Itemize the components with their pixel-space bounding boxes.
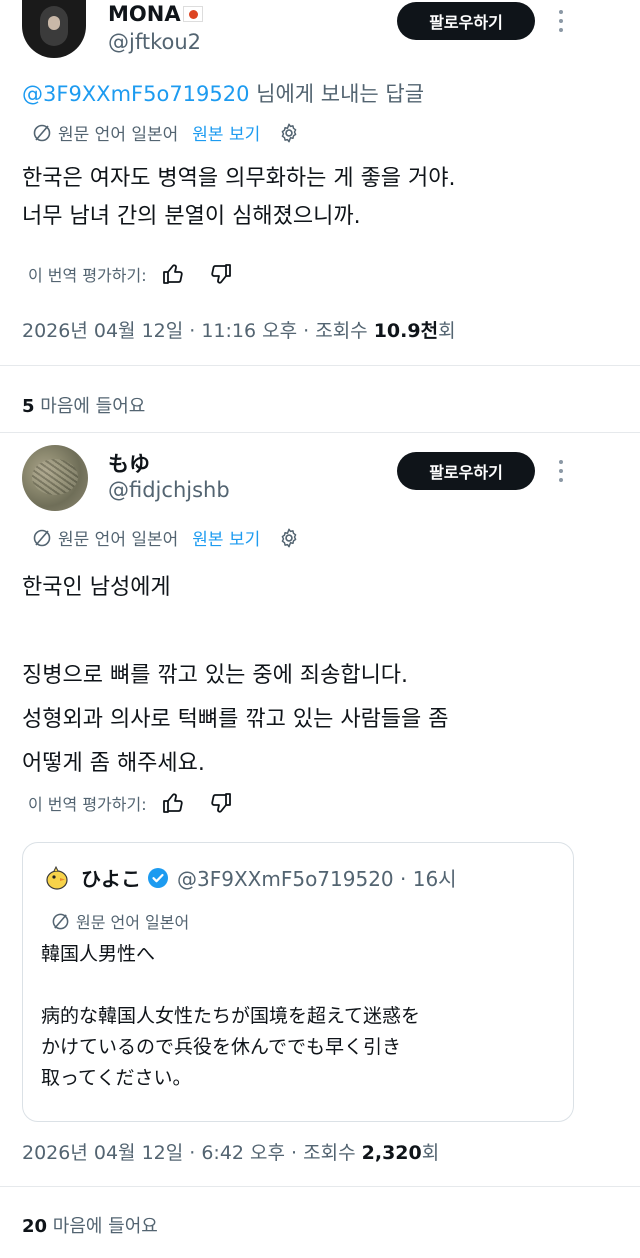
timestamp-views[interactable]: 2026년 04월 12일 · 11:16 오후 · 조회수 (22, 320, 374, 342)
likes-count: 20 (22, 1216, 48, 1237)
thumbs-down-icon[interactable] (209, 262, 233, 286)
likes-label: 마음에 들어요 (34, 396, 146, 417)
author-name[interactable]: MONA (108, 2, 181, 26)
view-suffix: 회 (421, 1142, 440, 1164)
original-language-label: 원문 언어 일본어 (58, 530, 179, 550)
rate-translation-label: 이 번역 평가하기: (28, 266, 147, 285)
thumbs-up-icon[interactable] (161, 791, 185, 815)
view-original-link[interactable]: 원본 보기 (192, 525, 260, 550)
view-suffix: 회 (438, 320, 456, 342)
tweet-text: 한국인 남성에게 징병으로 뼈를 깎고 있는 중에 죄송합니다. 성형외과 의사… (22, 575, 449, 776)
timestamp-views[interactable]: 2026년 04월 12일 · 6:42 오후 · 조회수 (22, 1142, 362, 1164)
rate-translation-label: 이 번역 평가하기: (28, 795, 147, 814)
follow-button[interactable]: 팔로우하기 (397, 2, 535, 40)
quote-header: ひよこ @3F9XXmF5o719520 · 16시 (43, 863, 457, 892)
rate-translation-row: 이 번역 평가하기: (28, 262, 233, 286)
quote-translation-note: 원문 언어 일본어 (51, 909, 189, 933)
more-options-icon[interactable] (556, 8, 566, 34)
thumbs-down-icon[interactable] (209, 791, 233, 815)
tweet-meta: 2026년 04월 12일 · 11:16 오후 · 조회수 10.9천회 (22, 316, 456, 343)
view-count: 2,320 (361, 1142, 422, 1164)
likes-count: 5 (22, 396, 35, 417)
chick-avatar-icon[interactable] (43, 864, 71, 892)
quoted-tweet-card[interactable]: ひよこ @3F9XXmF5o719520 · 16시 원문 언어 일본어 韓国人… (22, 842, 574, 1122)
tweet-text: 한국은 여자도 병역을 의무화하는 게 좋을 거야. 너무 남녀 간의 분열이 … (22, 166, 456, 229)
reply-to-suffix: 님에게 보내는 답글 (249, 82, 425, 106)
translation-note: 원문 언어 일본어 원본 보기 (32, 120, 300, 145)
author-handle[interactable]: @fidjchjshb (108, 478, 230, 502)
avatar[interactable] (22, 445, 88, 511)
globe-slash-icon (52, 913, 69, 929)
globe-slash-icon (33, 124, 51, 141)
settings-gear-icon[interactable] (278, 122, 300, 144)
likes-row[interactable]: 5 마음에 들어요 (22, 392, 145, 418)
likes-row[interactable]: 20 마음에 들어요 (22, 1212, 158, 1238)
view-count: 10.9천 (373, 320, 439, 342)
globe-slash-icon (33, 529, 51, 546)
reply-to-handle[interactable]: @3F9XXmF5o719520 (22, 82, 249, 106)
follow-button[interactable]: 팔로우하기 (397, 452, 535, 490)
thumbs-up-icon[interactable] (161, 262, 185, 286)
divider (0, 1186, 640, 1187)
likes-label: 마음에 들어요 (47, 1216, 158, 1237)
verified-badge-icon (148, 867, 168, 888)
tweet-meta: 2026년 04월 12일 · 6:42 오후 · 조회수 2,320회 (22, 1138, 439, 1165)
settings-gear-icon[interactable] (278, 527, 300, 549)
more-options-icon[interactable] (556, 458, 566, 484)
original-language-label: 원문 언어 일본어 (58, 125, 179, 145)
author-row: MONA (108, 2, 203, 26)
reply-context: @3F9XXmF5o719520 님에게 보내는 답글 (22, 78, 424, 108)
quote-text: 韓国人男性へ 病的な韓国人女性たちが国境を超えて迷惑を かけているので兵役を休ん… (41, 943, 421, 1089)
author-name[interactable]: もゆ (108, 448, 150, 478)
rate-translation-row: 이 번역 평가하기: (28, 791, 233, 815)
view-original-link[interactable]: 원본 보기 (192, 120, 260, 145)
quote-handle-time[interactable]: @3F9XXmF5o719520 · 16시 (177, 863, 457, 892)
quote-original-language-label: 원문 언어 일본어 (76, 913, 190, 932)
translation-note: 원문 언어 일본어 원본 보기 (32, 525, 300, 550)
author-handle[interactable]: @jftkou2 (108, 30, 201, 54)
japan-flag-icon (182, 6, 203, 22)
divider (0, 365, 640, 366)
avatar[interactable] (22, 0, 86, 58)
quote-author-name[interactable]: ひよこ (81, 863, 141, 892)
divider (0, 432, 640, 433)
